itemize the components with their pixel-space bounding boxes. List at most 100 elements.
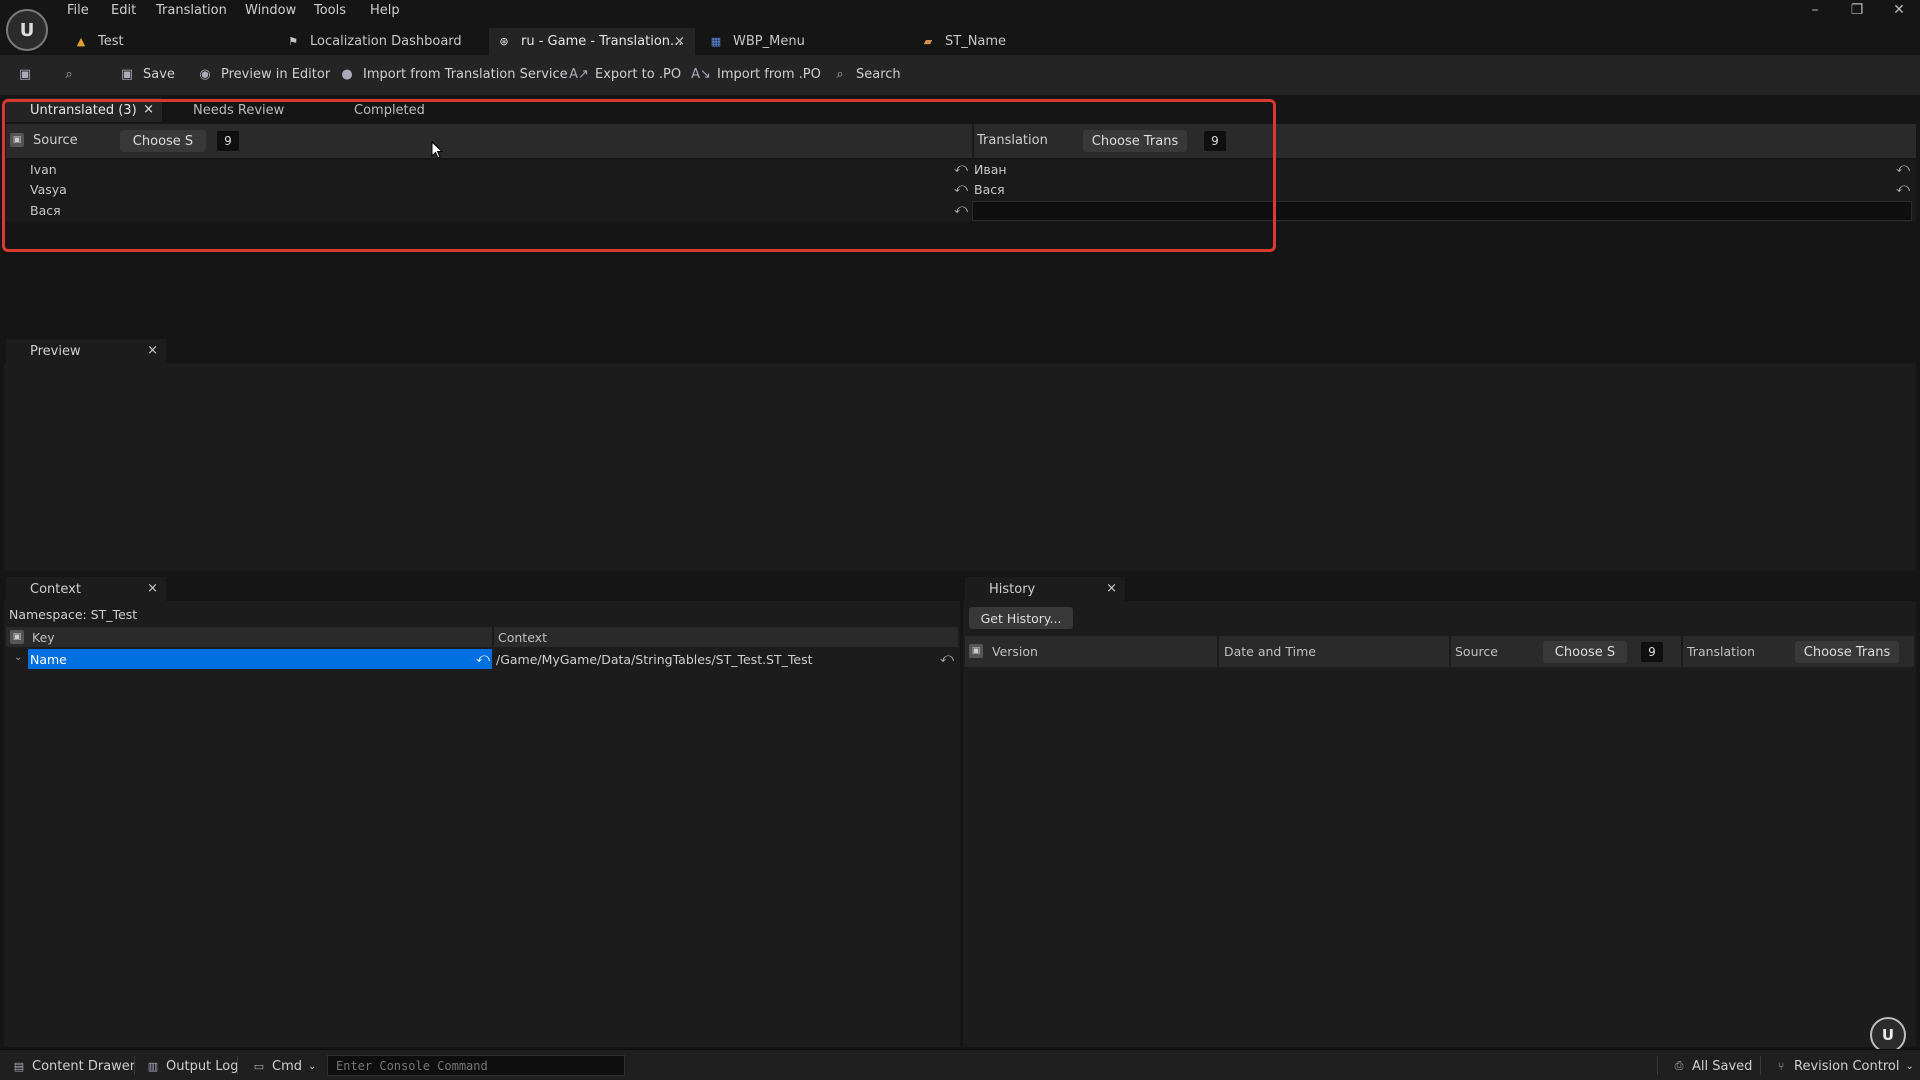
close-window-button[interactable]: ✕: [1884, 2, 1914, 18]
toolbar: ▣ ⌕ ▣ Save ◉ Preview in Editor ● Import fro…: [0, 55, 1920, 95]
key-cell[interactable]: Name: [30, 652, 67, 667]
string-table-icon: ▰: [923, 35, 933, 48]
choose-translation-font-button[interactable]: Choose Trans: [1795, 641, 1899, 663]
output-log-button[interactable]: ▥ Output Log: [144, 1057, 239, 1075]
highlight-box: [2, 99, 1276, 252]
get-history-button[interactable]: Get History...: [969, 607, 1073, 629]
preview-panel: [4, 339, 1916, 571]
close-tab-icon[interactable]: ×: [674, 34, 685, 49]
mouse-cursor: [431, 141, 443, 159]
browse-button[interactable]: ⌕: [60, 65, 85, 83]
doc-tab-test[interactable]: ▲ Test: [66, 28, 266, 55]
context-tabstrip: Context ×: [4, 577, 960, 601]
chevron-down-icon[interactable]: ⌄: [14, 652, 22, 663]
tab-context[interactable]: Context ×: [6, 577, 166, 601]
export-po-label: Export to .PO: [595, 66, 682, 82]
doc-tab-st-name[interactable]: ▰ ST_Name: [913, 28, 1113, 55]
tab-preview[interactable]: Preview ×: [6, 339, 166, 363]
context-header-row: ▣ Key Context: [6, 627, 958, 647]
doc-tab-label: Localization Dashboard: [310, 34, 462, 49]
content-drawer-button[interactable]: ▤ Content Drawer: [10, 1057, 135, 1075]
menu-edit[interactable]: Edit: [111, 3, 136, 18]
doc-tab-label: WBP_Menu: [733, 34, 805, 49]
flag-icon: ⚑: [288, 35, 298, 48]
terminal-icon: ▭: [253, 1059, 265, 1073]
source-column-header: Source: [1455, 644, 1498, 659]
tab-label: Context: [30, 581, 81, 597]
import-icon: A↘: [691, 66, 711, 82]
key-cell-selected[interactable]: [28, 649, 492, 669]
minimize-button[interactable]: –: [1800, 2, 1830, 18]
chevron-down-icon: ⌄: [1905, 1060, 1914, 1072]
doc-tab-wbp-menu[interactable]: ▦ WBP_Menu: [701, 28, 901, 55]
chevron-down-icon: ⌄: [308, 1060, 317, 1072]
preview-in-editor-button[interactable]: ◉ Preview in Editor: [196, 65, 330, 83]
save-column-icon[interactable]: ▣: [10, 630, 24, 644]
import-translation-service-button[interactable]: ● Import from Translation Service: [338, 65, 568, 83]
console-command-input[interactable]: [327, 1055, 625, 1076]
save-icon: ▣: [18, 66, 32, 82]
tab-label: History: [989, 581, 1036, 597]
version-column-header: Version: [992, 644, 1038, 659]
history-tabstrip: History ×: [963, 577, 1916, 601]
cmd-dropdown[interactable]: ▭ Cmd ⌄: [250, 1057, 317, 1075]
column-divider[interactable]: [492, 627, 494, 647]
revision-control-button[interactable]: ⑂ Revision Control ⌄: [1772, 1057, 1914, 1075]
tab-history[interactable]: History ×: [965, 577, 1125, 601]
export-po-button[interactable]: A↗ Export to .PO: [569, 65, 682, 83]
save-status-icon: ⎙: [1674, 1059, 1684, 1072]
restore-button[interactable]: ❐: [1842, 2, 1872, 18]
column-divider[interactable]: [1217, 636, 1219, 667]
translation-column-header: Translation: [1687, 644, 1756, 659]
revert-icon[interactable]: ⤺: [1896, 161, 1910, 176]
choose-source-font-button[interactable]: Choose S: [1543, 641, 1627, 663]
save-all-button[interactable]: ▣: [16, 65, 41, 83]
all-saved-button[interactable]: ⎙ All Saved: [1670, 1057, 1753, 1075]
table-row[interactable]: ⌄ Name ⤺ /Game/MyGame/Data/StringTables/…: [6, 649, 958, 669]
close-icon[interactable]: ×: [1106, 581, 1117, 596]
status-bar: ▤ Content Drawer ▥ Output Log ▭ Cmd ⌄ ⎙ All S…: [0, 1049, 1920, 1080]
revert-icon[interactable]: ⤺: [940, 651, 954, 666]
close-icon[interactable]: ×: [147, 343, 158, 358]
divider: [1760, 1056, 1761, 1075]
context-panel: [4, 577, 960, 1047]
translation-icon: ⊛: [499, 35, 509, 48]
all-saved-label: All Saved: [1692, 1058, 1753, 1074]
menu-file[interactable]: File: [67, 3, 89, 18]
import-po-button[interactable]: A↘ Import from .PO: [691, 65, 821, 83]
menu-tools[interactable]: Tools: [314, 3, 346, 18]
globe-icon: ●: [341, 66, 353, 82]
search-label: Search: [856, 66, 901, 82]
namespace-label: Namespace: ST_Test: [9, 607, 138, 622]
column-divider[interactable]: [1449, 636, 1451, 667]
output-log-label: Output Log: [166, 1058, 239, 1074]
revision-control-label: Revision Control: [1794, 1058, 1900, 1074]
preview-label: Preview in Editor: [221, 66, 331, 82]
key-column-header: Key: [32, 630, 55, 645]
doc-tab-localization-dashboard[interactable]: ⚑ Localization Dashboard: [278, 28, 478, 55]
unreal-logo[interactable]: U: [6, 9, 48, 51]
column-divider[interactable]: [1681, 636, 1683, 667]
context-cell[interactable]: /Game/MyGame/Data/StringTables/ST_Test.S…: [496, 652, 813, 667]
widget-icon: ▦: [710, 35, 722, 48]
save-icon: ▣: [120, 66, 134, 82]
doc-tab-label: ru - Game - Translation...: [521, 34, 683, 49]
search-button[interactable]: ⌕ Search: [831, 65, 901, 83]
revert-icon[interactable]: ⤺: [476, 651, 490, 666]
menu-help[interactable]: Help: [370, 3, 400, 18]
divider: [237, 1056, 238, 1075]
save-column-icon[interactable]: ▣: [969, 644, 983, 658]
menu-window[interactable]: Window: [245, 3, 296, 18]
import-po-label: Import from .PO: [717, 66, 821, 82]
level-icon: ▲: [76, 35, 86, 48]
close-icon[interactable]: ×: [147, 581, 158, 596]
revert-icon[interactable]: ⤺: [1896, 181, 1910, 196]
tab-label: Preview: [30, 343, 81, 359]
title-bar: U File Edit Translation Window Tools Hel…: [0, 0, 1920, 55]
menu-translation[interactable]: Translation: [156, 3, 227, 18]
import-service-label: Import from Translation Service: [363, 66, 568, 82]
save-label: Save: [143, 66, 175, 82]
doc-tab-translation-editor[interactable]: ⊛ ru - Game - Translation... ×: [489, 28, 695, 55]
source-font-size[interactable]: 9: [1641, 642, 1663, 662]
save-button[interactable]: ▣ Save: [118, 65, 175, 83]
